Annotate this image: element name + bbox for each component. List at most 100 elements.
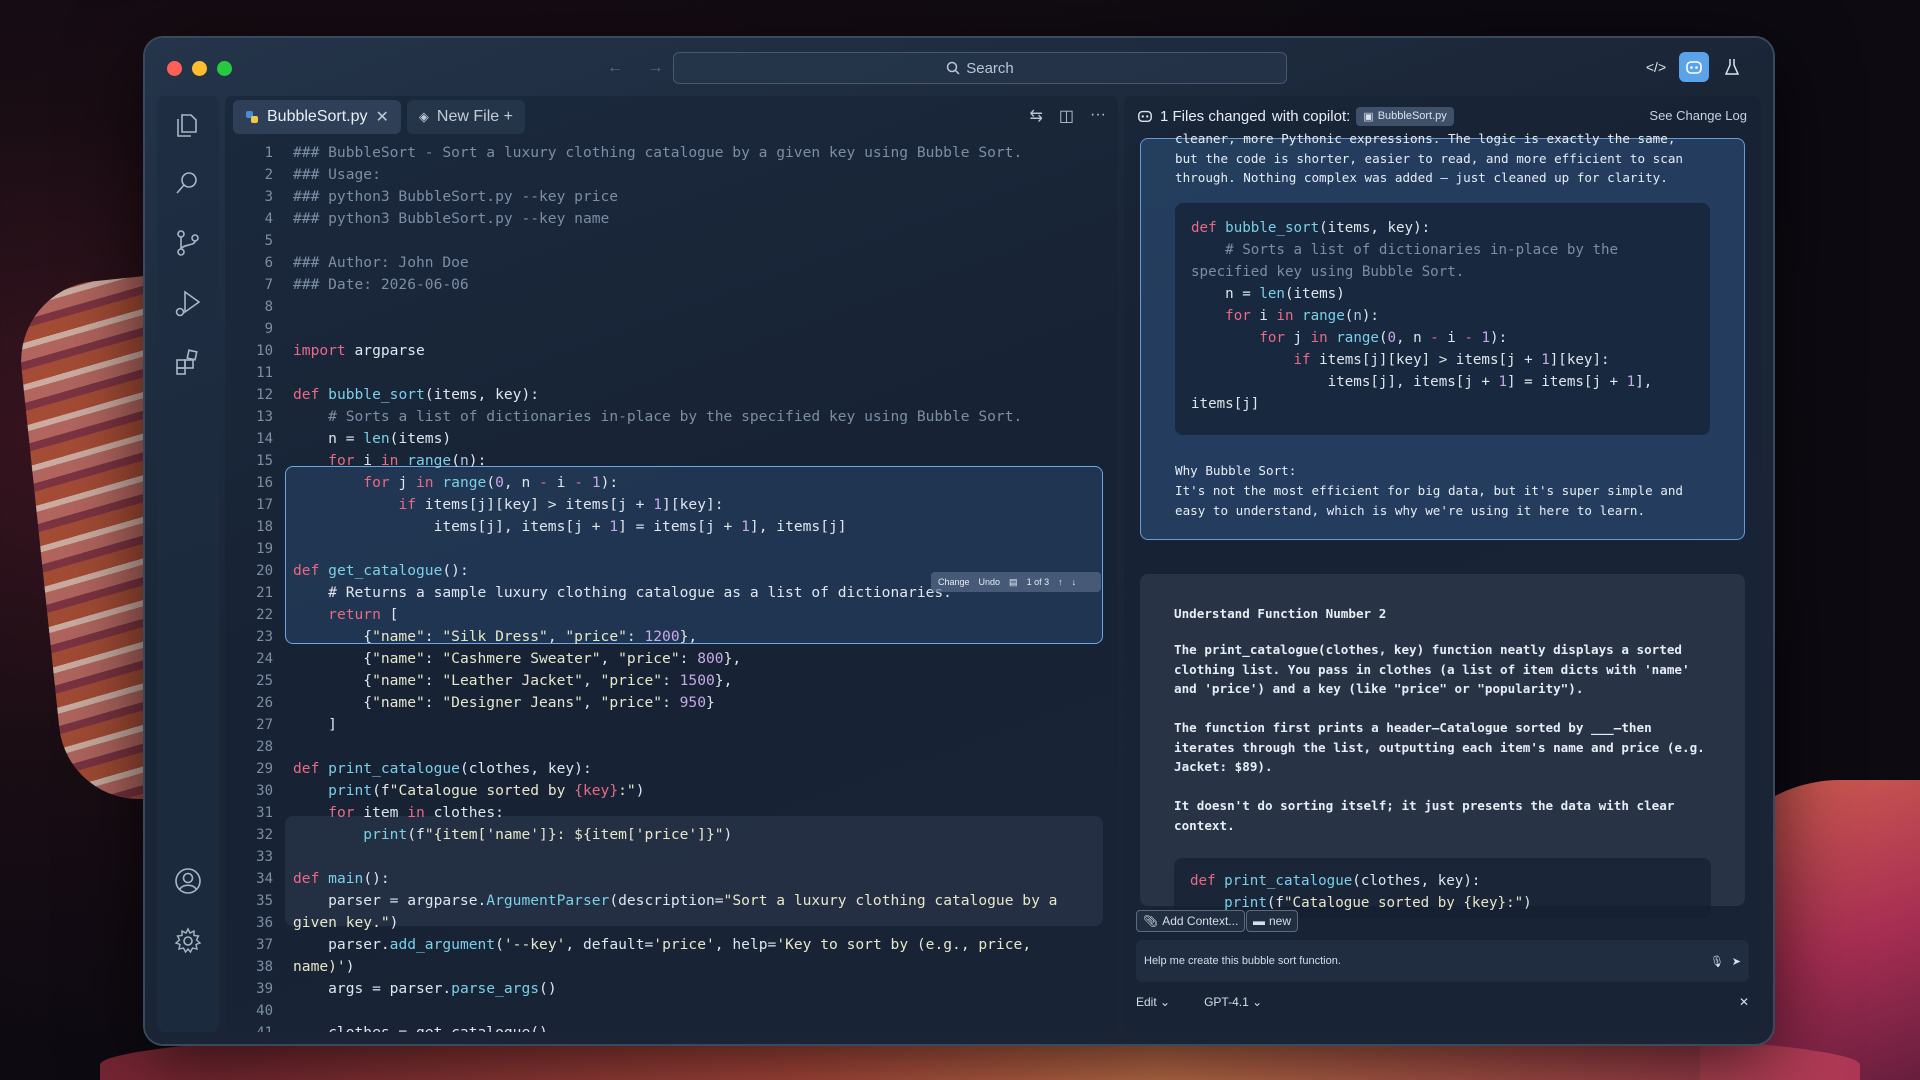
line-number: 35: [256, 893, 273, 909]
change-button[interactable]: Change: [938, 577, 970, 587]
search-panel-icon[interactable]: [173, 168, 203, 198]
send-icon[interactable]: ➤: [1732, 955, 1741, 968]
code-line[interactable]: 2 ### Usage:: [225, 164, 1118, 186]
nav-arrows[interactable]: ← →: [607, 59, 673, 77]
line-text: ]: [293, 716, 337, 733]
copilot-icon[interactable]: [1679, 52, 1709, 82]
code-line[interactable]: 5: [225, 230, 1118, 252]
code-line[interactable]: 32 print(f"{item['name']}: ${item['price…: [225, 824, 1118, 846]
add-context-button[interactable]: 📎︎ Add Context...: [1136, 910, 1246, 932]
line-number: 15: [256, 453, 273, 469]
code-line[interactable]: 9: [225, 318, 1118, 340]
maximize-window-button[interactable]: [217, 60, 232, 76]
code-line[interactable]: 27 ]: [225, 714, 1118, 736]
code-line[interactable]: 31 for item in clothes:: [225, 802, 1118, 824]
undo-button[interactable]: Undo: [979, 577, 1001, 587]
mode-select[interactable]: Edit ⌄: [1136, 995, 1170, 1009]
code-line[interactable]: 16 for j in range(0, n - i - 1):: [225, 472, 1118, 494]
line-number: 4: [264, 211, 273, 227]
code-view-icon[interactable]: </>: [1641, 52, 1671, 82]
file-icon[interactable]: ▤: [1009, 577, 1018, 588]
arrow-down-icon[interactable]: ↓: [1072, 577, 1077, 587]
code-line[interactable]: 6 ### Author: John Doe: [225, 252, 1118, 274]
chat-prompt-input[interactable]: Help me create this bubble sort function…: [1136, 940, 1749, 982]
code-line[interactable]: 30 print(f"Catalogue sorted by {key}:"): [225, 780, 1118, 802]
line-text: {"name": "Silk Dress", "price": 1200},: [293, 628, 698, 645]
minimize-window-button[interactable]: [192, 60, 207, 76]
line-number: 19: [256, 541, 273, 557]
diamond-icon: ◈: [418, 109, 429, 124]
search-box[interactable]: Search: [673, 52, 1287, 84]
run-debug-icon[interactable]: [173, 288, 203, 318]
code-line[interactable]: 7 ### Date: 2026-06-06: [225, 274, 1118, 296]
explorer-icon[interactable]: [173, 110, 203, 140]
flask-icon[interactable]: [1717, 52, 1747, 82]
tab-new-file[interactable]: ◈ New File +: [406, 100, 525, 134]
code-line[interactable]: 26 {"name": "Designer Jeans", "price": 9…: [225, 692, 1118, 714]
code-line[interactable]: 37 parser.add_argument('--key', default=…: [225, 934, 1118, 956]
tools-icon[interactable]: ✕: [1739, 995, 1749, 1009]
line-text: def print_catalogue(clothes, key):: [293, 760, 592, 777]
code-line[interactable]: 23 {"name": "Silk Dress", "price": 1200}…: [225, 626, 1118, 648]
code-line[interactable]: 4 ### python3 BubbleSort.py --key name: [225, 208, 1118, 230]
code-line[interactable]: 25 {"name": "Leather Jacket", "price": 1…: [225, 670, 1118, 692]
compare-changes-icon[interactable]: ⇆: [1029, 106, 1042, 126]
code-line[interactable]: 18 items[j], items[j + 1] = items[j + 1]…: [225, 516, 1118, 538]
code-line[interactable]: 36 given key."): [225, 912, 1118, 934]
code-line[interactable]: 11: [225, 362, 1118, 384]
settings-gear-icon[interactable]: [173, 926, 203, 956]
source-control-icon[interactable]: [173, 228, 203, 258]
code-line[interactable]: 39 args = parser.parse_args(): [225, 978, 1118, 1000]
close-tab-icon[interactable]: ✕: [376, 107, 389, 127]
extensions-icon[interactable]: [173, 348, 203, 378]
code-line[interactable]: 19: [225, 538, 1118, 560]
code-line[interactable]: 35 parser = argparse.ArgumentParser(desc…: [225, 890, 1118, 912]
line-text: ### Usage:: [293, 166, 381, 183]
code-line[interactable]: 34 def main():: [225, 868, 1118, 890]
code-line[interactable]: 22 return [: [225, 604, 1118, 626]
microphone-icon[interactable]: 🎙︎: [1710, 955, 1724, 968]
split-editor-icon[interactable]: ◫: [1059, 106, 1074, 126]
code-snippet: def bubble_sort(items, key): # Sorts a l…: [1175, 203, 1710, 435]
code-line[interactable]: 40: [225, 1000, 1118, 1022]
new-context-button[interactable]: ▬ new: [1246, 910, 1299, 932]
code-line[interactable]: 8: [225, 296, 1118, 318]
line-text: import argparse: [293, 342, 425, 359]
line-number: 33: [256, 849, 273, 865]
code-editor: BubbleSort.py ✕ ◈ New File + ⇆ ◫ ··· 1 ##…: [225, 96, 1118, 1032]
activity-bar: [157, 96, 219, 1032]
message-paragraph: The print_catalogue(clothes, key) functi…: [1174, 642, 1690, 696]
see-change-log-link[interactable]: See Change Log: [1649, 108, 1747, 123]
line-text: {"name": "Cashmere Sweater", "price": 80…: [293, 650, 742, 667]
code-line[interactable]: 17 if items[j][key] > items[j + 1][key]:: [225, 494, 1118, 516]
line-text: return [: [328, 606, 399, 623]
line-number: 2: [264, 167, 273, 183]
code-line[interactable]: 10 import argparse: [225, 340, 1118, 362]
line-text: def bubble_sort(items, key):: [293, 386, 540, 403]
line-number: 6: [264, 255, 273, 271]
line-number: 28: [256, 739, 273, 755]
code-line[interactable]: 1 ### BubbleSort - Sort a luxury clothing…: [225, 142, 1118, 164]
line-text: print(f"{item['name']}: ${item['price']}…: [363, 826, 733, 843]
code-line[interactable]: 3 ### python3 BubbleSort.py --key price: [225, 186, 1118, 208]
line-text: {"name": "Designer Jeans", "price": 950}: [293, 694, 715, 711]
account-icon[interactable]: [173, 866, 203, 896]
code-line[interactable]: 14 n = len(items): [225, 428, 1118, 450]
model-select[interactable]: GPT-4.1 ⌄: [1204, 995, 1262, 1009]
code-line[interactable]: 33: [225, 846, 1118, 868]
code-line[interactable]: 29 def print_catalogue(clothes, key):: [225, 758, 1118, 780]
code-line[interactable]: 12 def bubble_sort(items, key):: [225, 384, 1118, 406]
code-line[interactable]: 15 for i in range(n):: [225, 450, 1118, 472]
code-line[interactable]: 13 # Sorts a list of dictionaries in-pla…: [225, 406, 1118, 428]
tab-bubblesort[interactable]: BubbleSort.py ✕: [233, 100, 401, 134]
close-window-button[interactable]: [167, 60, 182, 76]
file-chip[interactable]: ▣ BubbleSort.py: [1356, 106, 1454, 126]
code-line[interactable]: 38 name)'): [225, 956, 1118, 978]
code-line[interactable]: 24 {"name": "Cashmere Sweater", "price":…: [225, 648, 1118, 670]
arrow-up-icon[interactable]: ↑: [1058, 577, 1063, 587]
line-number: 26: [256, 695, 273, 711]
code-line[interactable]: 28: [225, 736, 1118, 758]
more-actions-icon[interactable]: ···: [1090, 106, 1106, 126]
python-file-icon: ▣: [1363, 110, 1374, 123]
code-line[interactable]: 41 clothes = get_catalogue(): [225, 1022, 1118, 1032]
